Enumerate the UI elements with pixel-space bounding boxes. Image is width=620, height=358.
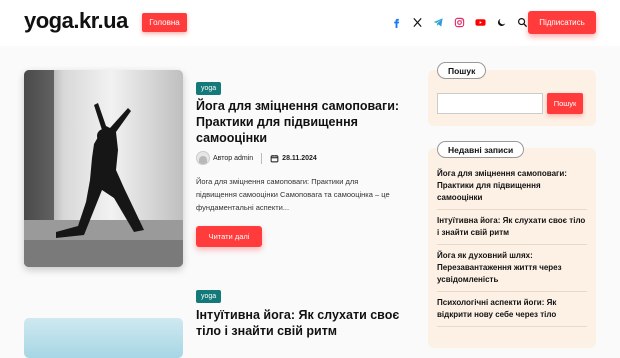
search-widget-title: Пошук <box>437 62 487 79</box>
post-date: 28.11.2024 <box>282 154 317 162</box>
read-more-button[interactable]: Читати далі <box>196 226 262 247</box>
site-header: yoga.kr.ua Головна Підписатись <box>0 0 620 46</box>
post-title-2[interactable]: Інтуїтивна йога: Як слухати своє тіло і … <box>196 307 406 339</box>
site-logo[interactable]: yoga.kr.ua <box>24 8 128 34</box>
header-icons <box>390 16 528 28</box>
instagram-icon[interactable] <box>453 16 465 28</box>
meta-divider <box>261 152 263 164</box>
x-icon[interactable] <box>411 16 423 28</box>
nav-home-button[interactable]: Головна <box>142 13 187 32</box>
recent-post-link[interactable]: Йога для зміцнення самоповаги: Практики … <box>437 166 587 210</box>
post-tag[interactable]: yoga <box>196 82 222 95</box>
search-icon[interactable] <box>516 16 528 28</box>
calendar-icon <box>270 154 279 162</box>
recent-post-link[interactable]: Інтуїтивна йога: Як слухати своє тіло і … <box>437 213 587 245</box>
post-meta: Автор admin 28.11.2024 <box>196 151 317 165</box>
youtube-icon[interactable] <box>474 16 486 28</box>
post-author[interactable]: Автор admin <box>213 155 253 162</box>
subscribe-button[interactable]: Підписатись <box>528 11 596 34</box>
post-title[interactable]: Йога для зміцнення самоповаги: Практики … <box>196 98 406 146</box>
recent-posts-title: Недавні записи <box>437 141 525 158</box>
dark-mode-icon[interactable] <box>495 16 507 28</box>
post-thumbnail-2[interactable] <box>24 318 183 358</box>
telegram-icon[interactable] <box>432 16 444 28</box>
recent-post-link[interactable]: Психологічні аспекти йоги: Як відкрити н… <box>437 295 587 327</box>
post-thumbnail[interactable] <box>24 70 183 267</box>
search-button[interactable]: Пошук <box>547 93 583 114</box>
search-input[interactable] <box>437 93 543 114</box>
avatar <box>196 151 210 165</box>
post-tag-2[interactable]: yoga <box>196 290 222 303</box>
recent-post-link[interactable]: Йога як духовний шлях: Перезавантаження … <box>437 248 587 292</box>
post-excerpt: Йога для зміцнення самоповаги: Практики … <box>196 177 390 212</box>
facebook-icon[interactable] <box>390 16 402 28</box>
recent-posts-list: Йога для зміцнення самоповаги: Практики … <box>437 166 587 330</box>
